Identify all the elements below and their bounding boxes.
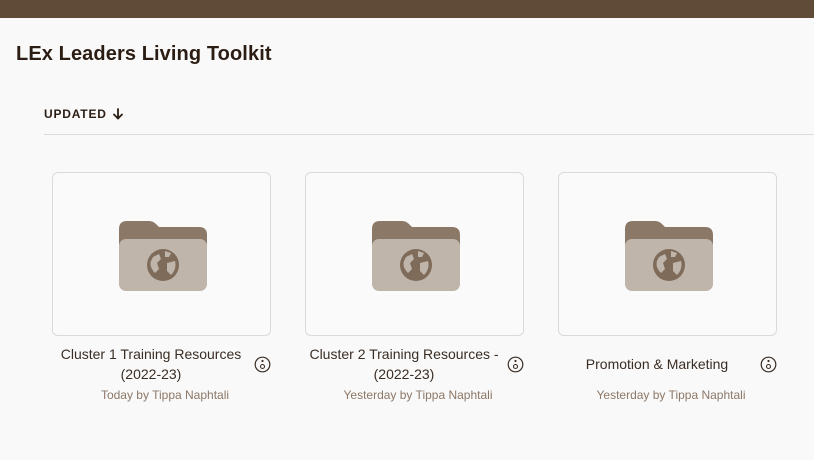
folder-thumbnail[interactable]	[305, 172, 524, 336]
folder-card[interactable]: Cluster 2 Training Resources - (2022-23)…	[273, 172, 526, 412]
sort-by-updated-button[interactable]: UPDATED	[44, 104, 125, 124]
folder-thumbnail[interactable]	[558, 172, 777, 336]
header-divider	[44, 134, 814, 135]
folder-meta: Cluster 2 Training Resources - (2022-23)	[273, 344, 526, 384]
arrow-down-icon	[112, 108, 123, 120]
folder-name[interactable]: Cluster 2 Training Resources - (2022-23)	[309, 344, 499, 384]
folder-updated-byline: Today by Tippa Naphtali	[100, 388, 230, 402]
folder-meta: Promotion & Marketing	[526, 344, 779, 384]
folder-updated-byline: Yesterday by Tippa Naphtali	[343, 388, 493, 402]
info-icon[interactable]	[254, 356, 271, 373]
top-bar	[0, 0, 814, 18]
info-icon[interactable]	[507, 356, 524, 373]
folder-name[interactable]: Promotion & Marketing	[562, 354, 752, 374]
sort-label: UPDATED	[44, 107, 107, 121]
folder-name[interactable]: Cluster 1 Training Resources (2022-23)	[56, 344, 246, 384]
shared-folder-globe-icon	[625, 221, 713, 291]
page-title: LEx Leaders Living Toolkit	[16, 43, 272, 65]
shared-folder-globe-icon	[119, 221, 207, 291]
shared-folder-globe-icon	[372, 221, 460, 291]
folder-thumbnail[interactable]	[52, 172, 271, 336]
info-icon[interactable]	[760, 356, 777, 373]
folder-meta: Cluster 1 Training Resources (2022-23)	[20, 344, 273, 384]
folder-updated-byline: Yesterday by Tippa Naphtali	[596, 388, 746, 402]
folder-card[interactable]: Cluster 1 Training Resources (2022-23) T…	[20, 172, 273, 412]
folder-card[interactable]: Promotion & Marketing Yesterday by Tippa…	[526, 172, 779, 412]
